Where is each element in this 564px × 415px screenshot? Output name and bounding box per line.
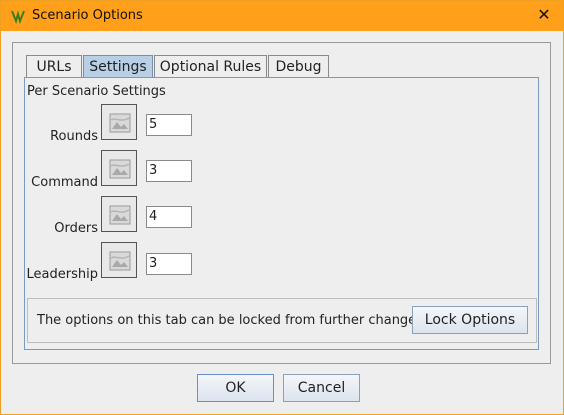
image-placeholder-icon [109, 159, 131, 179]
image-placeholder-icon [109, 205, 131, 225]
command-label: Command [31, 175, 98, 190]
lock-options-button[interactable]: Lock Options [412, 306, 528, 334]
tab-optional-rules[interactable]: Optional Rules [154, 55, 267, 77]
lock-info-text: The options on this tab can be locked fr… [37, 313, 417, 328]
app-logo-icon [11, 9, 25, 24]
orders-image-button[interactable] [101, 196, 137, 232]
command-field[interactable]: 3 [146, 160, 192, 182]
tab-settings[interactable]: Settings [83, 55, 153, 77]
orders-label: Orders [54, 221, 98, 236]
window-title: Scenario Options [32, 8, 143, 23]
section-title: Per Scenario Settings [27, 84, 166, 99]
close-icon[interactable]: ✕ [533, 5, 555, 27]
leadership-field[interactable]: 3 [146, 253, 192, 275]
leadership-image-button[interactable] [101, 242, 137, 278]
rounds-image-button[interactable] [101, 104, 137, 140]
command-image-button[interactable] [101, 150, 137, 186]
tab-urls[interactable]: URLs [26, 55, 82, 77]
rounds-field[interactable]: 5 [146, 114, 192, 136]
tab-debug[interactable]: Debug [268, 55, 329, 77]
cancel-button[interactable]: Cancel [283, 374, 360, 402]
image-placeholder-icon [109, 251, 131, 271]
rounds-label: Rounds [50, 129, 98, 144]
orders-field[interactable]: 4 [146, 206, 192, 228]
title-bar[interactable]: Scenario Options ✕ [1, 1, 563, 31]
ok-button[interactable]: OK [197, 374, 274, 402]
image-placeholder-icon [109, 113, 131, 133]
leadership-label: Leadership [26, 267, 98, 282]
